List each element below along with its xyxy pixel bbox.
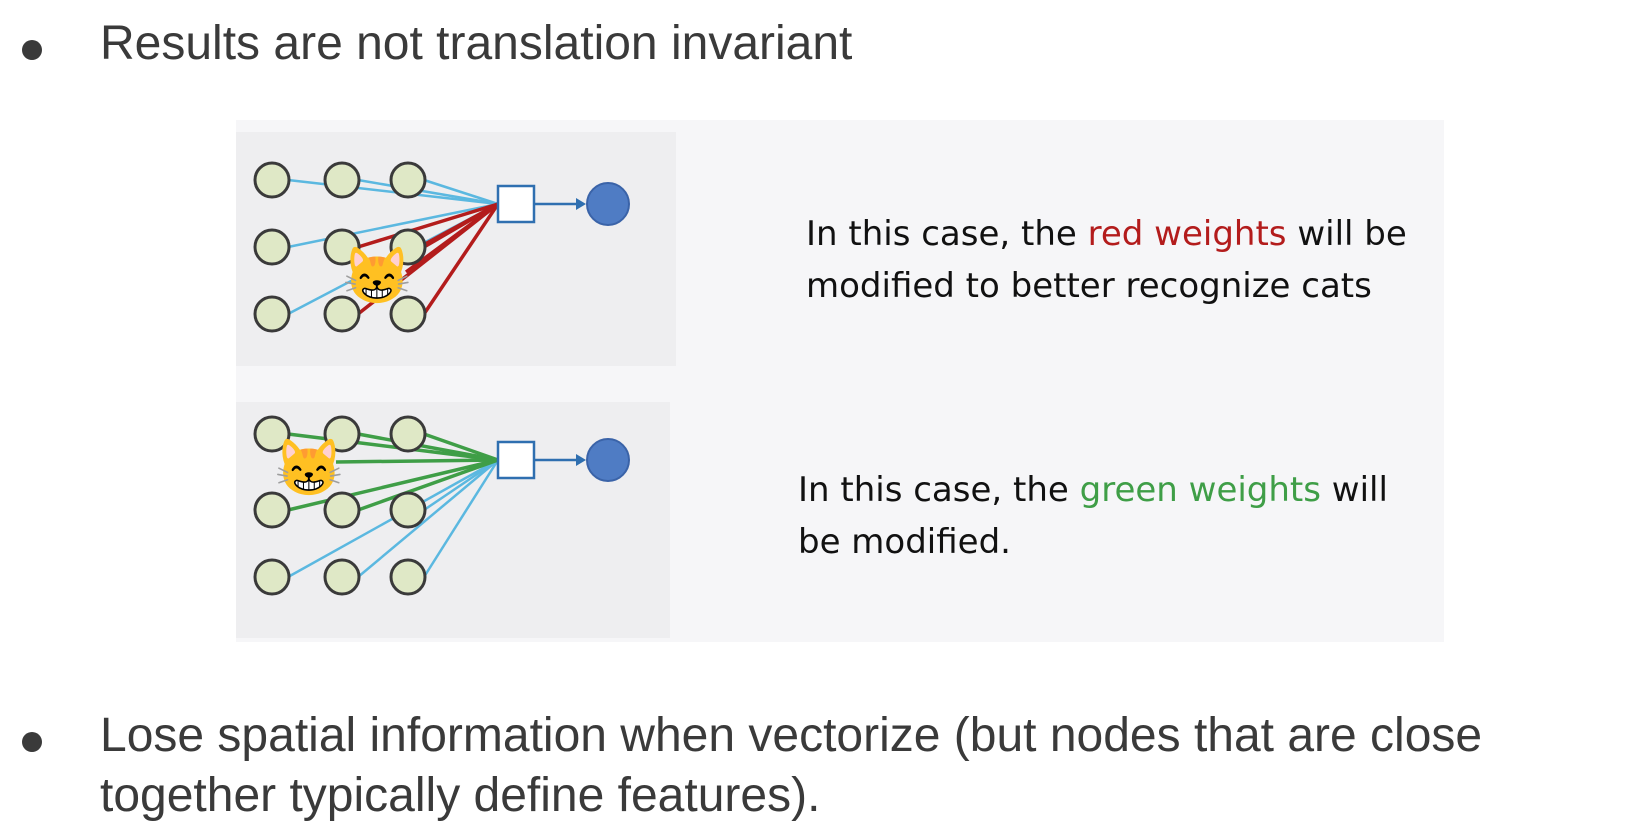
output-node bbox=[586, 438, 630, 482]
input-node bbox=[389, 491, 427, 529]
input-node bbox=[389, 415, 427, 453]
input-node bbox=[253, 558, 291, 596]
bullet-text: Lose spatial information when vectorize … bbox=[100, 709, 1483, 822]
input-node bbox=[323, 558, 361, 596]
caption-highlight-red: red weights bbox=[1087, 214, 1287, 254]
hidden-unit-square bbox=[496, 184, 536, 224]
network-diagram-bottom: 😸 bbox=[236, 402, 670, 638]
edge-red bbox=[422, 203, 500, 315]
bullet-dot bbox=[22, 732, 42, 752]
bullet-dot bbox=[22, 40, 42, 60]
edge-plain bbox=[422, 459, 500, 578]
cat-face-icon: 😸 bbox=[342, 244, 412, 307]
network-diagram-top: 😸 bbox=[236, 132, 676, 366]
edge-green bbox=[357, 458, 499, 512]
caption-highlight-green: green weights bbox=[1079, 470, 1321, 510]
network-svg-top bbox=[253, 161, 630, 333]
caption-top: In this case, the red weights will be mo… bbox=[806, 208, 1426, 312]
input-node bbox=[389, 161, 427, 199]
edge-plain bbox=[357, 178, 499, 206]
output-node bbox=[586, 182, 630, 226]
caption-text: In this case, the bbox=[806, 214, 1088, 254]
input-node bbox=[389, 558, 427, 596]
edge-green bbox=[335, 458, 499, 464]
translation-figure: 😸 In this case, the red weights will be … bbox=[236, 120, 1444, 642]
cat-face-icon: 😸 bbox=[274, 436, 344, 499]
input-node bbox=[253, 228, 291, 266]
input-node bbox=[253, 295, 291, 333]
hidden-unit-square bbox=[496, 440, 536, 480]
caption-bottom: In this case, the green weights will be … bbox=[798, 464, 1418, 568]
caption-text: In this case, the bbox=[798, 470, 1080, 510]
arrow-head-icon bbox=[576, 198, 586, 210]
bullet-text: Results are not translation invariant bbox=[100, 17, 853, 70]
arrow-head-icon bbox=[576, 454, 586, 466]
input-node bbox=[253, 161, 291, 199]
input-node bbox=[323, 161, 361, 199]
